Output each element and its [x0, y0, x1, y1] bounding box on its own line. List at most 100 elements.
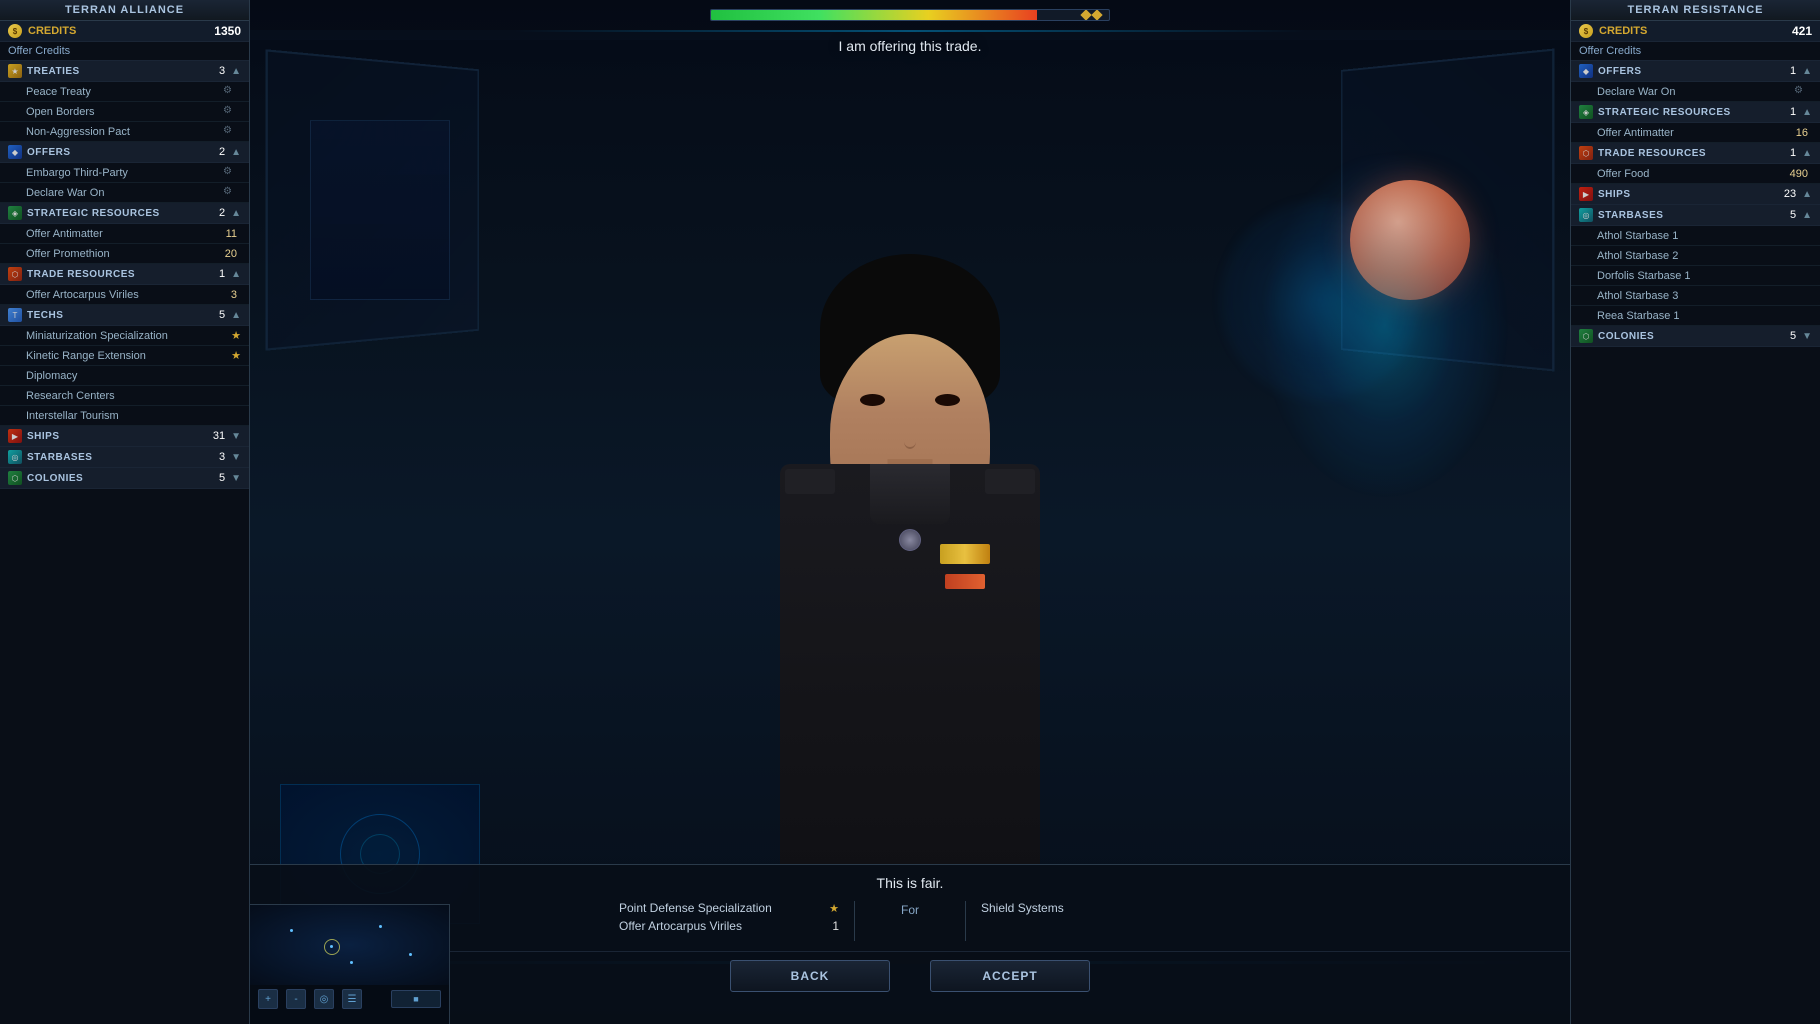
trade-offer-column: Point Defense Specialization ★ Offer Art… [619, 901, 839, 937]
techs-icon: T [8, 308, 22, 322]
right-panel: Terran Resistance $ Credits 421 Offer Cr… [1570, 0, 1820, 1024]
trade-offer-item: Point Defense Specialization ★ [619, 901, 839, 915]
right-ships-section-header[interactable]: ▶ Ships 23 ▲ [1571, 184, 1820, 205]
minimap-area: + - ◎ ☰ ■ [250, 904, 450, 1024]
colonies-title: Colonies [27, 473, 219, 484]
right-offers-section-header[interactable]: ◆ Offers 1 ▲ [1571, 61, 1820, 82]
right-strategic-count: 1 [1790, 106, 1796, 118]
minimap-dot [409, 953, 412, 956]
right-colonies-section-header[interactable]: ⬡ Colonies 5 ▼ [1571, 326, 1820, 347]
list-item[interactable]: Offer Antimatter 11 [0, 224, 249, 244]
star-icon: ★ [231, 349, 241, 362]
minimap-zoom-level: ■ [391, 990, 441, 1008]
trade-resources-title: Trade Resources [27, 269, 219, 280]
item-name: Open Borders [26, 106, 223, 118]
trade-receive-column: Shield Systems [981, 901, 1201, 919]
right-trade-count: 1 [1790, 147, 1796, 159]
right-trade-section-header[interactable]: ⬡ Trade Resources 1 ▲ [1571, 143, 1820, 164]
list-item[interactable]: Embargo Third-Party ⚙ [0, 163, 249, 183]
left-panel-title: Terran Alliance [0, 0, 249, 21]
list-item[interactable]: Declare War On ⚙ [0, 183, 249, 203]
minimap-zoom-out[interactable]: - [286, 989, 306, 1009]
right-credits-icon: $ [1579, 24, 1593, 38]
list-item[interactable]: Diplomacy [0, 366, 249, 386]
list-item[interactable]: Miniaturization Specialization ★ [0, 326, 249, 346]
minimap-zoom-in[interactable]: + [258, 989, 278, 1009]
left-credits-value: 1350 [214, 24, 241, 38]
item-value: 20 [225, 248, 237, 260]
item-name: Declare War On [1597, 86, 1794, 98]
strategic-resources-arrow: ▲ [231, 208, 241, 219]
list-item[interactable]: Athol Starbase 2 [1571, 246, 1820, 266]
offers-arrow: ▲ [231, 147, 241, 158]
right-credits-row: $ Credits 421 [1571, 21, 1820, 42]
left-credits-label: Credits [28, 25, 214, 37]
right-strategic-section-header[interactable]: ◈ Strategic Resources 1 ▲ [1571, 102, 1820, 123]
item-name: Declare War On [26, 187, 223, 199]
list-item[interactable]: Research Centers [0, 386, 249, 406]
item-options-icon: ⚙ [1794, 85, 1808, 99]
list-item[interactable]: Interstellar Tourism [0, 406, 249, 426]
list-item[interactable]: Kinetic Range Extension ★ [0, 346, 249, 366]
minimap-icons: + - ◎ ☰ ■ [250, 985, 449, 1013]
trade-resources-arrow: ▲ [231, 269, 241, 280]
right-starbases-section-header[interactable]: ◎ Starbases 5 ▲ [1571, 205, 1820, 226]
list-item[interactable]: Athol Starbase 3 [1571, 286, 1820, 306]
list-item[interactable]: Reea Starbase 1 [1571, 306, 1820, 326]
starbases-section-header[interactable]: ◎ Starbases 3 ▼ [0, 447, 249, 468]
back-button[interactable]: Back [730, 960, 890, 992]
right-offers-icon: ◆ [1579, 64, 1593, 78]
item-name: Dorfolis Starbase 1 [1597, 270, 1812, 282]
starbases-arrow: ▼ [231, 452, 241, 463]
treaties-icon: ★ [8, 64, 22, 78]
offers-icon: ◆ [8, 145, 22, 159]
colonies-arrow: ▼ [231, 473, 241, 484]
right-trade-arrow: ▲ [1802, 148, 1812, 159]
colonies-section-header[interactable]: ⬡ Colonies 5 ▼ [0, 468, 249, 489]
techs-section-header[interactable]: T Techs 5 ▲ [0, 305, 249, 326]
star-icon: ★ [231, 329, 241, 342]
minimap-center[interactable]: ◎ [314, 989, 334, 1009]
trade-resources-section-header[interactable]: ⬡ Trade Resources 1 ▲ [0, 264, 249, 285]
right-starbases-arrow: ▲ [1802, 210, 1812, 221]
list-item[interactable]: Open Borders ⚙ [0, 102, 249, 122]
ships-section-header[interactable]: ▶ Ships 31 ▼ [0, 426, 249, 447]
list-item[interactable]: Athol Starbase 1 [1571, 226, 1820, 246]
progress-diamonds [1082, 11, 1101, 19]
accept-button[interactable]: Accept [930, 960, 1090, 992]
minimap-dot [350, 961, 353, 964]
strategic-resources-section-header[interactable]: ◈ strateGiC ResourCES 2 ▲ [0, 203, 249, 224]
offers-section-header[interactable]: ◆ Offers 2 ▲ [0, 142, 249, 163]
right-strategic-arrow: ▲ [1802, 107, 1812, 118]
list-item[interactable]: Offer Artocarpus Viriles 3 [0, 285, 249, 305]
right-colonies-arrow: ▼ [1802, 331, 1812, 342]
colonies-count: 5 [219, 472, 225, 484]
list-item[interactable]: Peace Treaty ⚙ [0, 82, 249, 102]
minimap-options[interactable]: ☰ [342, 989, 362, 1009]
offers-title: Offers [27, 147, 219, 158]
colonies-icon: ⬡ [8, 471, 22, 485]
left-offer-credits-button[interactable]: Offer Credits [0, 42, 249, 61]
trade-receive-item: Shield Systems [981, 901, 1201, 915]
right-offer-credits-button[interactable]: Offer Credits [1571, 42, 1820, 61]
list-item[interactable]: Offer Antimatter 16 [1571, 123, 1820, 143]
diamond-indicator [1091, 9, 1102, 20]
item-value: 16 [1796, 127, 1808, 139]
techs-count: 5 [219, 309, 225, 321]
list-item[interactable]: Offer Promethion 20 [0, 244, 249, 264]
right-offers-title: Offers [1598, 66, 1790, 77]
strategic-resources-icon: ◈ [8, 206, 22, 220]
list-item[interactable]: Offer Food 490 [1571, 164, 1820, 184]
for-label: For [901, 903, 919, 917]
list-item[interactable]: Dorfolis Starbase 1 [1571, 266, 1820, 286]
item-name: Non-Aggression Pact [26, 126, 223, 138]
item-name: Offer Food [1597, 168, 1790, 180]
list-item[interactable]: Non-Aggression Pact ⚙ [0, 122, 249, 142]
right-strategic-icon: ◈ [1579, 105, 1593, 119]
list-item[interactable]: Declare War On ⚙ [1571, 82, 1820, 102]
item-options-icon: ⚙ [223, 166, 237, 180]
treaties-section-header[interactable]: ★ TreaTIES 3 ▲ [0, 61, 249, 82]
item-name: Peace Treaty [26, 86, 223, 98]
treaties-title: TreaTIES [27, 66, 219, 77]
right-starbases-icon: ◎ [1579, 208, 1593, 222]
